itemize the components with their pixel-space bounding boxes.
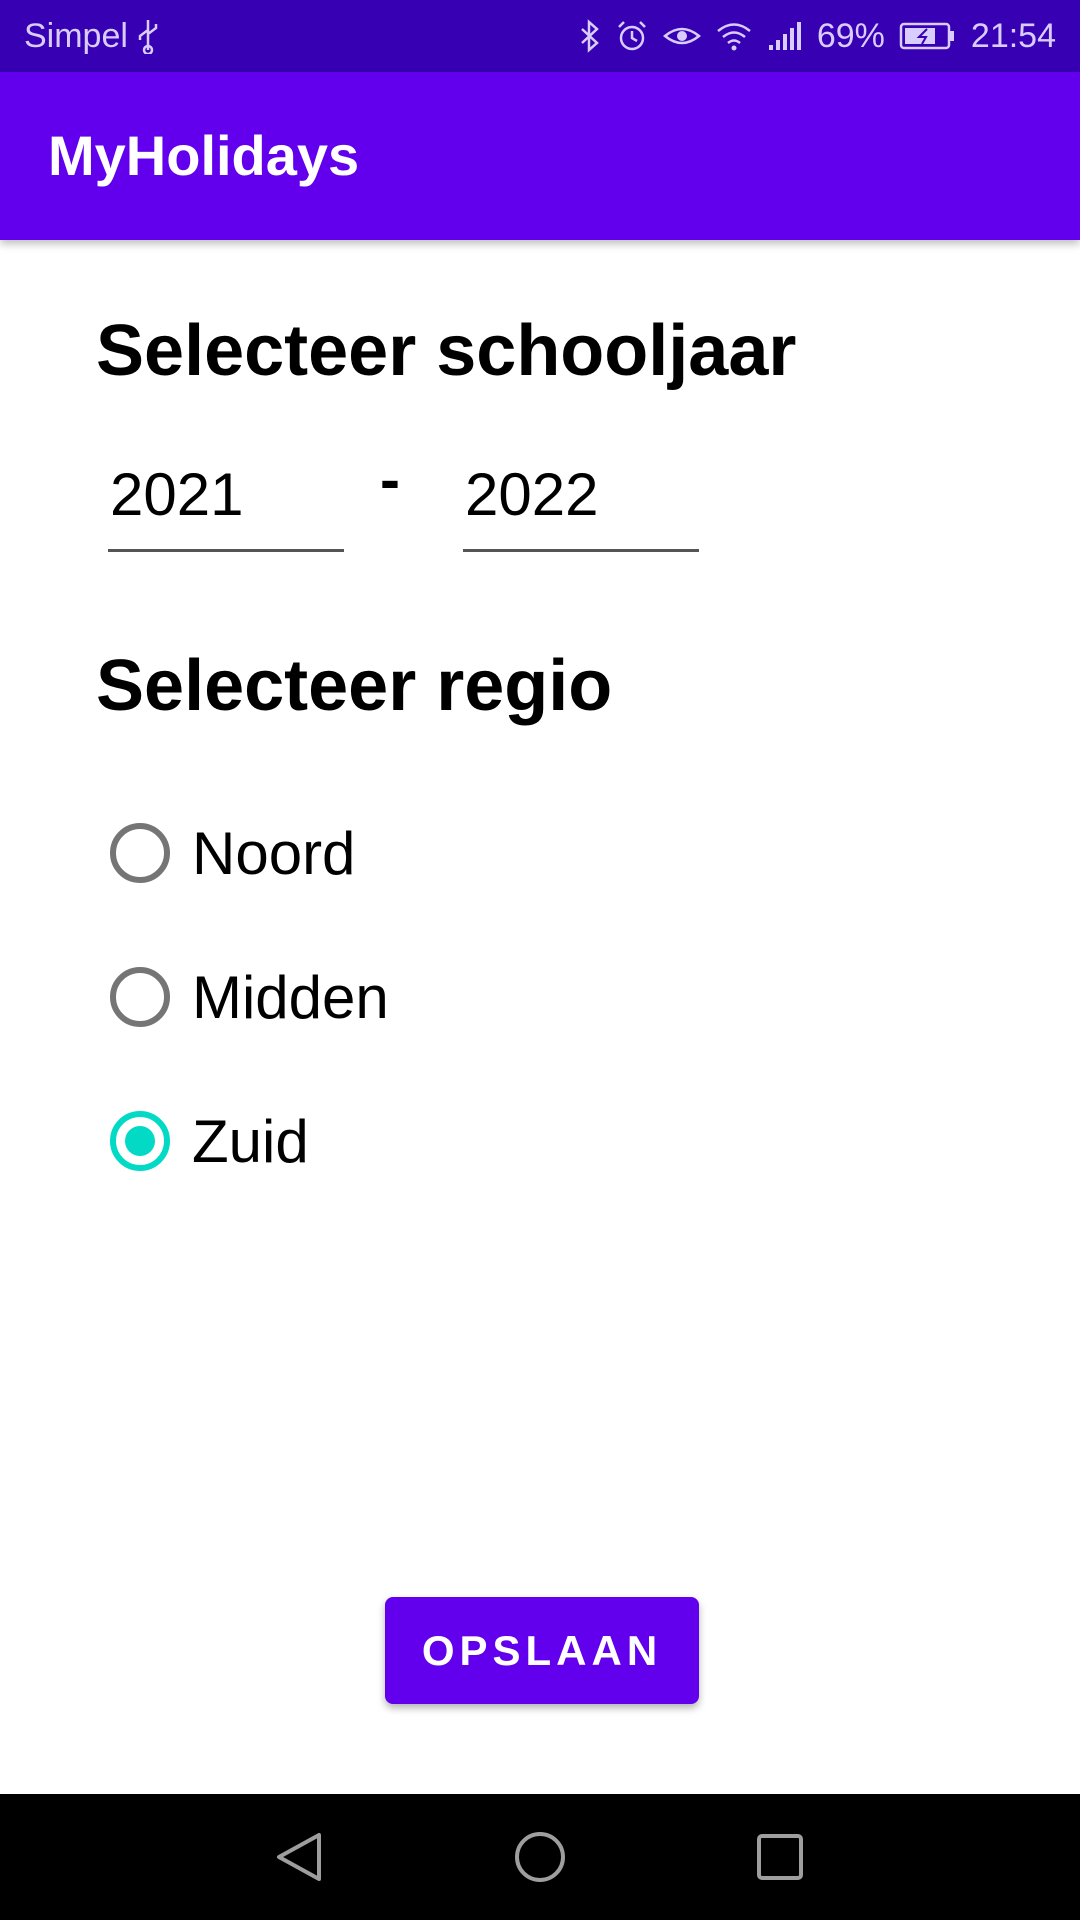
home-icon bbox=[515, 1832, 565, 1882]
battery-percentage: 69% bbox=[816, 16, 885, 55]
save-button[interactable]: OPSLAAN bbox=[385, 1597, 699, 1704]
home-button[interactable] bbox=[477, 1794, 603, 1920]
radio-label: Zuid bbox=[192, 1107, 309, 1175]
year-separator: - bbox=[380, 446, 400, 513]
radio-label: Midden bbox=[192, 963, 389, 1031]
radio-option-midden[interactable]: Midden bbox=[110, 952, 389, 1042]
region-heading: Selecteer regio bbox=[96, 646, 613, 726]
radio-label: Noord bbox=[192, 819, 356, 887]
signal-icon bbox=[767, 21, 803, 51]
radio-unchecked-icon[interactable] bbox=[110, 823, 170, 883]
eye-icon bbox=[662, 21, 701, 51]
back-icon bbox=[277, 1833, 321, 1881]
status-right: 69% 21:54 bbox=[579, 0, 1056, 72]
navigation-bar bbox=[0, 1794, 1080, 1920]
carrier-name: Simpel bbox=[24, 16, 128, 55]
radio-option-noord[interactable]: Noord bbox=[110, 808, 355, 898]
school-year-heading: Selecteer schooljaar bbox=[96, 311, 797, 391]
status-bar: Simpel 69% 21:54 bbox=[0, 0, 1080, 72]
wifi-icon bbox=[715, 20, 753, 52]
status-left: Simpel bbox=[24, 0, 160, 72]
radio-checked-icon[interactable] bbox=[110, 1111, 170, 1171]
end-year-field[interactable]: 2022 bbox=[463, 460, 699, 552]
radio-unchecked-icon[interactable] bbox=[110, 967, 170, 1027]
start-year-field[interactable]: 2021 bbox=[108, 460, 344, 552]
bluetooth-icon bbox=[579, 19, 601, 53]
app-title: MyHolidays bbox=[48, 124, 360, 187]
recents-button[interactable] bbox=[717, 1794, 843, 1920]
radio-option-zuid[interactable]: Zuid bbox=[110, 1096, 309, 1186]
usb-icon bbox=[136, 18, 160, 54]
clock-time: 21:54 bbox=[970, 16, 1056, 55]
alarm-icon bbox=[615, 19, 649, 53]
recents-icon bbox=[757, 1834, 803, 1880]
battery-charging-icon bbox=[899, 21, 957, 51]
app-bar: MyHolidays bbox=[0, 72, 1080, 240]
back-button[interactable] bbox=[237, 1794, 363, 1920]
